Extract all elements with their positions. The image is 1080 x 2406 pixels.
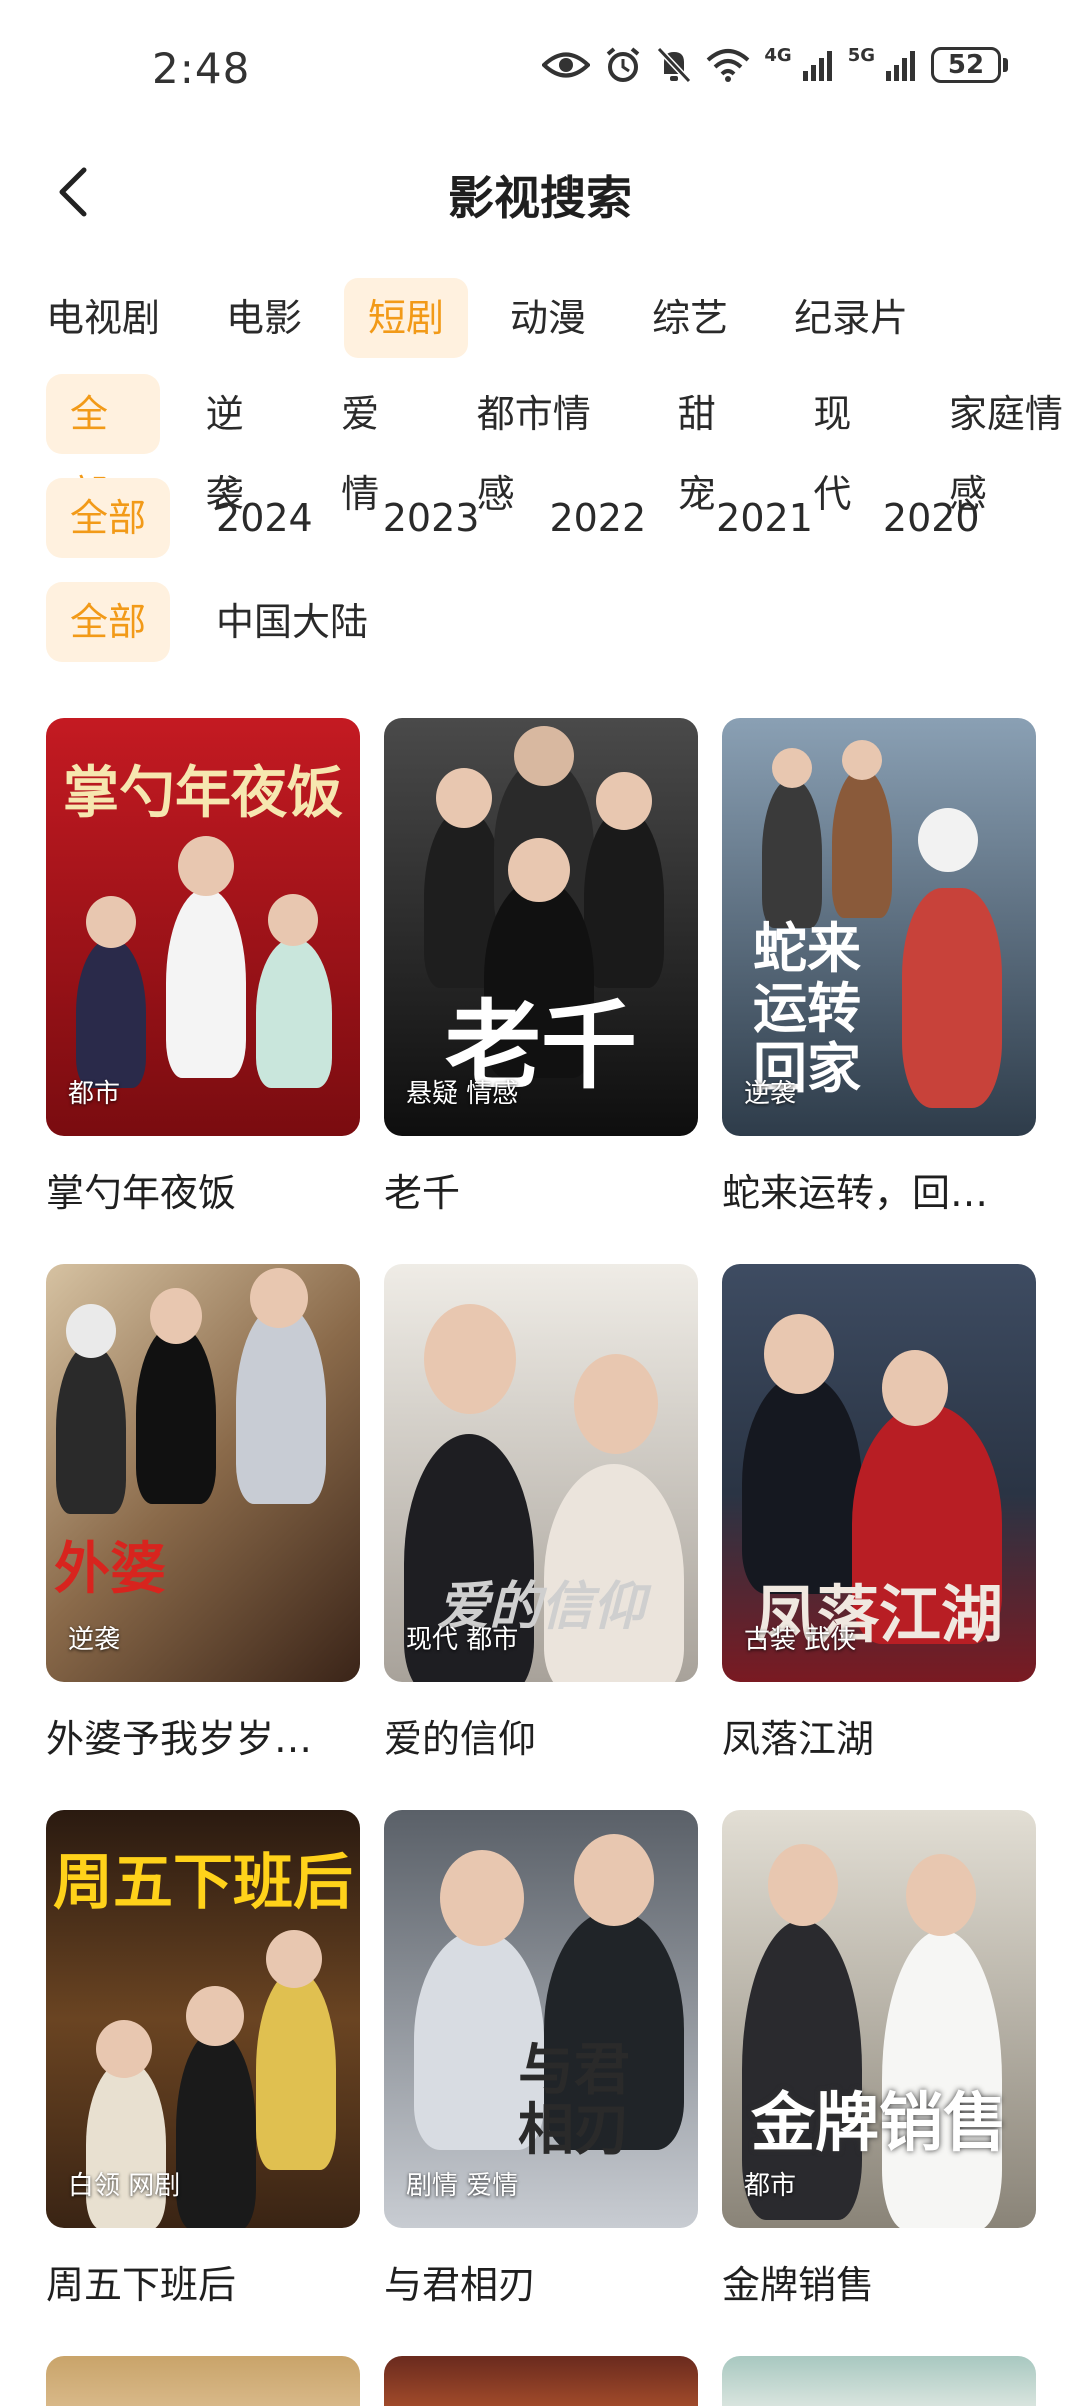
poster-title-text: 金牌销售 [751, 2086, 1007, 2161]
genre-tag: 悬疑 情感 [406, 1079, 519, 1109]
year-chip[interactable]: 2023 [359, 478, 504, 558]
genre-chip[interactable]: 都市情感 [453, 374, 632, 516]
signal-icon [802, 51, 832, 81]
poster-image-partial[interactable] [722, 2356, 1036, 2406]
genre-chip[interactable]: 爱情 [317, 374, 431, 516]
poster-image[interactable]: 金牌销售 都市 [722, 1810, 1036, 2228]
year-chip[interactable]: 2024 [192, 478, 337, 558]
result-card[interactable]: 老千 悬疑 情感 老千 [384, 718, 698, 1217]
poster-title-text: 外婆 [54, 1536, 166, 1602]
poster-image[interactable]: 掌勺年夜饭 都市 [46, 718, 360, 1136]
genre-tag: 都市 [68, 1079, 121, 1109]
genre-chip[interactable]: 家庭情感 [925, 374, 1080, 516]
top-app-bar: 影视搜索 [0, 150, 1080, 240]
status-icons: 4G 5G 52 [542, 44, 1008, 84]
category-tabs: 电视剧 电影 短剧 动漫 综艺 纪录片 [46, 278, 932, 358]
tab-documentary[interactable]: 纪录片 [770, 278, 932, 358]
tab-short-drama[interactable]: 短剧 [344, 278, 469, 358]
card-title[interactable]: 掌勺年夜饭 [46, 1162, 360, 1217]
genre-chip[interactable]: 逆袭 [182, 374, 296, 516]
genre-chip[interactable]: 甜宠 [654, 374, 768, 516]
poster-image[interactable]: 凤落江湖 古装 武侠 [722, 1264, 1036, 1682]
page-title: 影视搜索 [448, 171, 632, 225]
poster-image-partial[interactable] [46, 2356, 360, 2406]
card-title[interactable]: 凤落江湖 [722, 1708, 1036, 1763]
genre-chip[interactable]: 现代 [789, 374, 903, 516]
genre-tag: 剧情 爱情 [406, 2171, 519, 2201]
genre-tag: 逆袭 [744, 1079, 797, 1109]
genre-tag: 白领 网剧 [68, 2171, 181, 2201]
result-card[interactable]: 蛇来运转回家 逆袭 蛇来运转，回… [722, 718, 1036, 1217]
tab-variety[interactable]: 综艺 [628, 278, 752, 358]
result-card[interactable]: 外婆 逆袭 外婆予我岁岁… [46, 1264, 360, 1763]
genre-tag: 逆袭 [68, 1625, 121, 1655]
poster-image[interactable]: 爱的信仰 现代 都市 [384, 1264, 698, 1682]
tab-anime[interactable]: 动漫 [486, 278, 610, 358]
poster-image-partial[interactable] [384, 2356, 698, 2406]
wifi-icon [707, 49, 750, 82]
card-title[interactable]: 与君相刃 [384, 2254, 698, 2309]
poster-image[interactable]: 与君相刃 剧情 爱情 [384, 1810, 698, 2228]
poster-image[interactable]: 蛇来运转回家 逆袭 [722, 718, 1036, 1136]
poster-image[interactable]: 老千 悬疑 情感 [384, 718, 698, 1136]
card-title[interactable]: 爱的信仰 [384, 1708, 698, 1763]
year-filter-row: 全部 2024 2023 2022 2021 2020 [46, 478, 1004, 558]
tab-tv-series[interactable]: 电视剧 [22, 278, 184, 358]
network-4g-label: 4G [764, 44, 792, 66]
region-chip[interactable]: 中国大陆 [192, 582, 392, 662]
year-all-chip[interactable]: 全部 [46, 478, 171, 558]
result-card[interactable]: 金牌销售 都市 金牌销售 [722, 1810, 1036, 2309]
eye-icon [542, 52, 591, 78]
result-card[interactable]: 爱的信仰 现代 都市 爱的信仰 [384, 1264, 698, 1763]
year-chip[interactable]: 2020 [859, 478, 1004, 558]
poster-title-text: 与君相刃 [518, 2037, 630, 2163]
battery-icon: 52 [931, 47, 1008, 83]
result-card[interactable] [722, 2356, 1036, 2406]
poster-image[interactable]: 外婆 逆袭 [46, 1264, 360, 1682]
card-title[interactable]: 外婆予我岁岁… [46, 1708, 360, 1763]
card-title[interactable]: 老千 [384, 1162, 698, 1217]
poster-title-text: 掌勺年夜饭 [63, 760, 343, 826]
poster-title-text: 蛇来运转回家 [753, 916, 861, 1100]
poster-title-text: 周五下班后 [53, 1848, 353, 1918]
poster-image[interactable]: 周五下班后 白领 网剧 [46, 1810, 360, 2228]
card-title[interactable]: 金牌销售 [722, 2254, 1036, 2309]
genre-all-chip[interactable]: 全部 [46, 374, 160, 516]
result-card[interactable] [46, 2356, 360, 2406]
status-time: 2:48 [152, 44, 251, 93]
result-card[interactable]: 周五下班后 白领 网剧 周五下班后 [46, 1810, 360, 2309]
card-title[interactable]: 周五下班后 [46, 2254, 360, 2309]
year-chip[interactable]: 2022 [525, 478, 670, 558]
battery-level: 52 [931, 47, 1001, 83]
signal-icon-2 [886, 51, 915, 81]
region-all-chip[interactable]: 全部 [46, 582, 171, 662]
card-title[interactable]: 蛇来运转，回… [722, 1162, 1036, 1217]
result-card[interactable]: 掌勺年夜饭 都市 掌勺年夜饭 [46, 718, 360, 1217]
region-filter-row: 全部 中国大陆 [46, 582, 392, 662]
mute-bell-icon [657, 46, 692, 84]
result-card[interactable]: 与君相刃 剧情 爱情 与君相刃 [384, 1810, 698, 2309]
genre-tag: 古装 武侠 [744, 1625, 857, 1655]
genre-tag: 都市 [744, 2171, 797, 2201]
genre-tag: 现代 都市 [406, 1625, 519, 1655]
year-chip[interactable]: 2021 [692, 478, 837, 558]
tab-movie[interactable]: 电影 [202, 278, 326, 358]
alarm-icon [607, 47, 640, 82]
result-card[interactable] [384, 2356, 698, 2406]
network-5g-label: 5G [847, 44, 875, 66]
genre-filter-row: 全部 逆袭 爱情 都市情感 甜宠 现代 家庭情感 [46, 374, 1080, 516]
result-card[interactable]: 凤落江湖 古装 武侠 凤落江湖 [722, 1264, 1036, 1763]
status-bar: 2:48 4G 5G 52 [0, 0, 1080, 140]
